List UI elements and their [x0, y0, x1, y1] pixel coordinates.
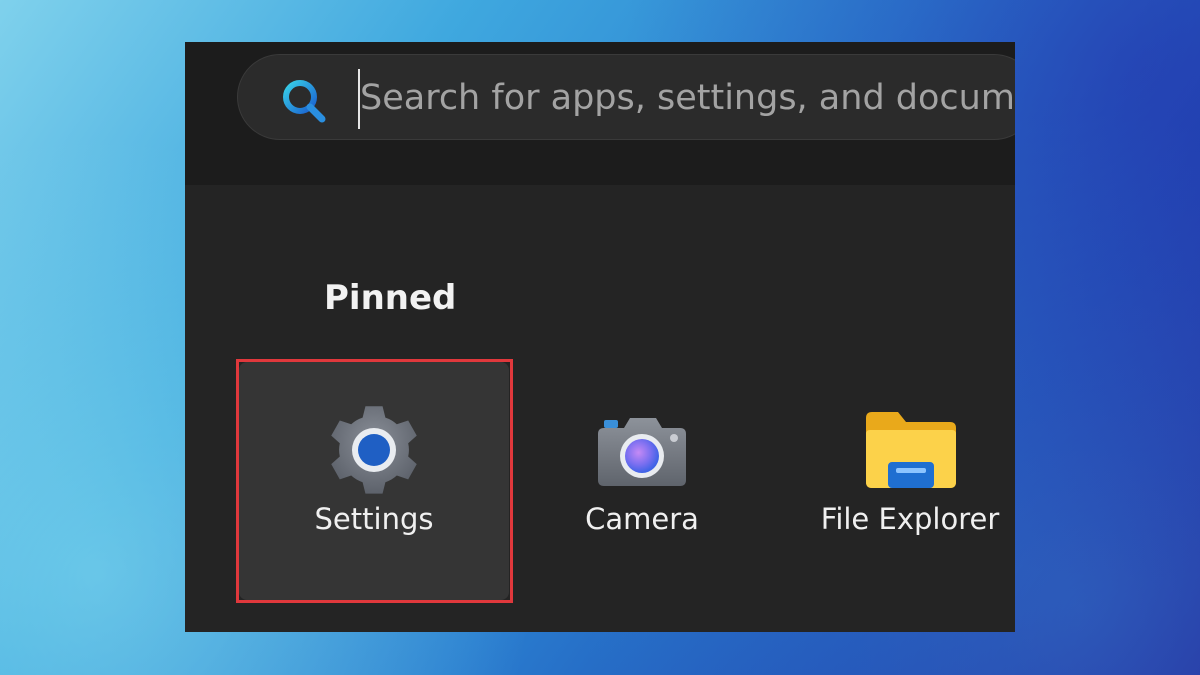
pinned-app-settings[interactable]: Settings — [239, 362, 509, 600]
pinned-app-camera[interactable]: Camera — [507, 362, 777, 600]
pinned-heading: Pinned — [324, 278, 457, 318]
pinned-app-label: Settings — [314, 502, 434, 536]
camera-icon — [594, 402, 690, 502]
start-menu: Pinned Settings — [185, 42, 1015, 632]
search-input[interactable] — [360, 71, 1015, 125]
folder-icon — [862, 402, 958, 502]
search-area — [185, 42, 1015, 185]
pinned-app-label: File Explorer — [820, 502, 1000, 536]
gear-icon — [326, 402, 422, 502]
search-box[interactable] — [237, 54, 1015, 140]
pinned-app-label: Camera — [585, 502, 699, 536]
search-icon — [280, 77, 328, 125]
pinned-app-file-explorer[interactable]: File Explorer — [775, 362, 1015, 600]
